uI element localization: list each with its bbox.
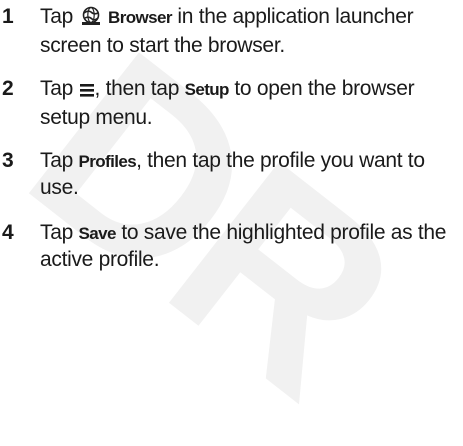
- step-number: 4: [2, 221, 14, 244]
- setup-label: Setup: [184, 80, 230, 99]
- menu-icon: [79, 79, 95, 105]
- step-text: Tap , then tap Setup to open the browser…: [40, 77, 415, 129]
- step-number: 1: [2, 5, 14, 28]
- profiles-label: Profiles: [78, 152, 137, 171]
- browser-globe-icon: [79, 6, 103, 33]
- step-number: 2: [2, 77, 14, 100]
- browser-label: Browser: [108, 8, 172, 27]
- step-number: 3: [2, 149, 14, 172]
- step-text: Tap Save to save the highlighted profile…: [40, 221, 447, 271]
- step-text: Tap Browser in the application launcher …: [40, 5, 414, 57]
- save-label: Save: [78, 224, 117, 243]
- step-text: Tap Profiles, then tap the profile you w…: [40, 149, 425, 199]
